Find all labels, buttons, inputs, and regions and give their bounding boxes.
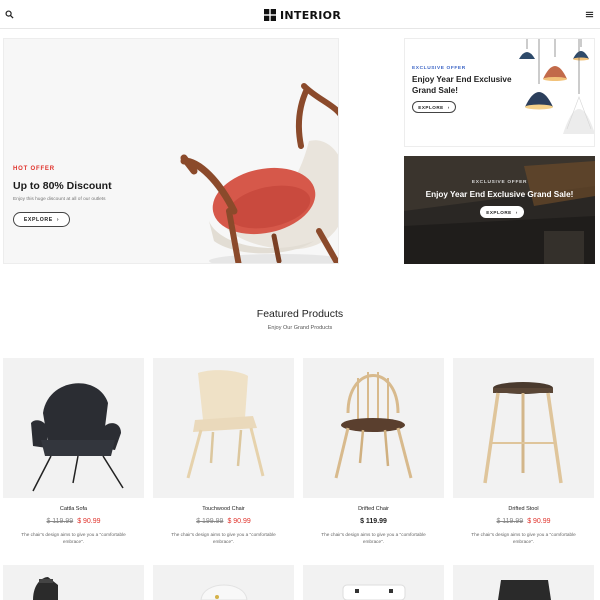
product-image bbox=[33, 577, 58, 600]
promo-banner-dark[interactable]: EXCLUSIVE OFFER Enjoy Year End Exclusive… bbox=[404, 156, 595, 264]
product-old-price: $ 199.99 bbox=[196, 518, 224, 525]
product-card[interactable]: Touchwood Chair $ 199.99 $ 90.99 The chai… bbox=[153, 358, 294, 555]
promo-explore-button[interactable]: EXPLORE › bbox=[412, 101, 456, 113]
chevron-right-icon: › bbox=[56, 216, 60, 223]
pendant-lamps-image bbox=[519, 39, 594, 134]
chevron-right-icon: › bbox=[447, 104, 450, 110]
grid-logo-icon bbox=[264, 9, 276, 21]
hero-explore-button[interactable]: EXPLORE › bbox=[13, 212, 70, 227]
product-image[interactable] bbox=[3, 358, 144, 498]
product-card-partial[interactable] bbox=[453, 565, 594, 600]
product-price-value: $ 119.99 bbox=[360, 518, 387, 525]
promo-explore-button[interactable]: EXPLORE › bbox=[480, 206, 524, 218]
chevron-right-icon: › bbox=[515, 209, 518, 215]
promo-banner-lamps[interactable]: EXCLUSIVE OFFER Enjoy Year End Exclusive… bbox=[404, 38, 595, 147]
product-sale-price: $ 90.99 bbox=[77, 518, 101, 525]
product-card-partial[interactable] bbox=[3, 565, 144, 600]
product-image[interactable] bbox=[303, 358, 444, 498]
product-image[interactable] bbox=[153, 358, 294, 498]
hero-tag: HOT OFFER bbox=[13, 166, 55, 172]
promo-title: Enjoy Year End Exclusive Grand Sale! bbox=[412, 75, 512, 95]
spindle-chair-image bbox=[334, 372, 413, 479]
product-image bbox=[342, 584, 406, 600]
product-price: $ 119.99 $ 90.99 bbox=[3, 518, 144, 525]
armchair-image bbox=[31, 383, 124, 492]
product-name[interactable]: Drifted Chair bbox=[303, 506, 444, 512]
product-old-price: $ 119.99 bbox=[496, 518, 524, 525]
product-price: $ 199.99 $ 90.99 bbox=[153, 518, 294, 525]
site-header: INTERIOR bbox=[0, 0, 600, 29]
product-description: The chair's design aims to give you a "c… bbox=[21, 532, 126, 544]
stool-image bbox=[483, 382, 563, 484]
product-sale-price: $ 90.99 bbox=[227, 518, 251, 525]
promo-explore-label: EXPLORE bbox=[486, 209, 512, 215]
product-name[interactable]: Drifted Stool bbox=[453, 506, 594, 512]
product-description: The chair's design aims to give you a "c… bbox=[471, 532, 576, 544]
hero-slider: HOT OFFER Up to 80% Discount Enjoy this … bbox=[3, 38, 339, 264]
product-sale-price: $ 90.99 bbox=[527, 518, 551, 525]
product-card-partial[interactable] bbox=[153, 565, 294, 600]
brand-name: INTERIOR bbox=[280, 8, 342, 22]
product-image bbox=[200, 584, 248, 600]
product-name[interactable]: Touchwood Chair bbox=[153, 506, 294, 512]
hero-title: Up to 80% Discount bbox=[13, 180, 112, 192]
product-description: The chair's design aims to give you a "c… bbox=[171, 532, 276, 544]
product-image[interactable] bbox=[453, 358, 594, 498]
hero-description: Enjoy this huge discount at all of our o… bbox=[13, 197, 106, 202]
product-card[interactable]: Drifted Chair $ 119.99 The chair's desig… bbox=[303, 358, 444, 555]
product-card[interactable]: Drifted Stool $ 119.99 $ 90.99 The chair'… bbox=[453, 358, 594, 555]
product-price: $ 119.99 $ 90.99 bbox=[453, 518, 594, 525]
section-subtitle: Enjoy Our Grand Products bbox=[267, 325, 333, 331]
product-description: The chair's design aims to give you a "c… bbox=[321, 532, 426, 544]
promo-tag: EXCLUSIVE OFFER bbox=[471, 180, 528, 185]
hero-explore-label: EXPLORE bbox=[23, 216, 53, 223]
product-price: $ 119.99 bbox=[303, 518, 444, 525]
brand-logo[interactable]: INTERIOR bbox=[264, 8, 341, 22]
lounge-chair-image bbox=[180, 83, 338, 263]
product-card-partial[interactable] bbox=[303, 565, 444, 600]
wooden-chair-image bbox=[186, 370, 265, 479]
product-old-price: $ 119.99 bbox=[46, 518, 74, 525]
hamburger-menu-icon[interactable] bbox=[585, 10, 594, 19]
promo-explore-label: EXPLORE bbox=[418, 104, 444, 110]
promo-title: Enjoy Year End Exclusive Grand Sale! bbox=[425, 190, 574, 199]
product-card[interactable]: Cattla Sofa $ 119.99 $ 90.99 The chair's … bbox=[3, 358, 144, 555]
product-image bbox=[498, 580, 551, 600]
promo-tag: EXCLUSIVE OFFER bbox=[412, 66, 466, 71]
search-icon[interactable] bbox=[5, 10, 14, 19]
product-name[interactable]: Cattla Sofa bbox=[3, 506, 144, 512]
section-title: Featured Products bbox=[256, 308, 344, 320]
